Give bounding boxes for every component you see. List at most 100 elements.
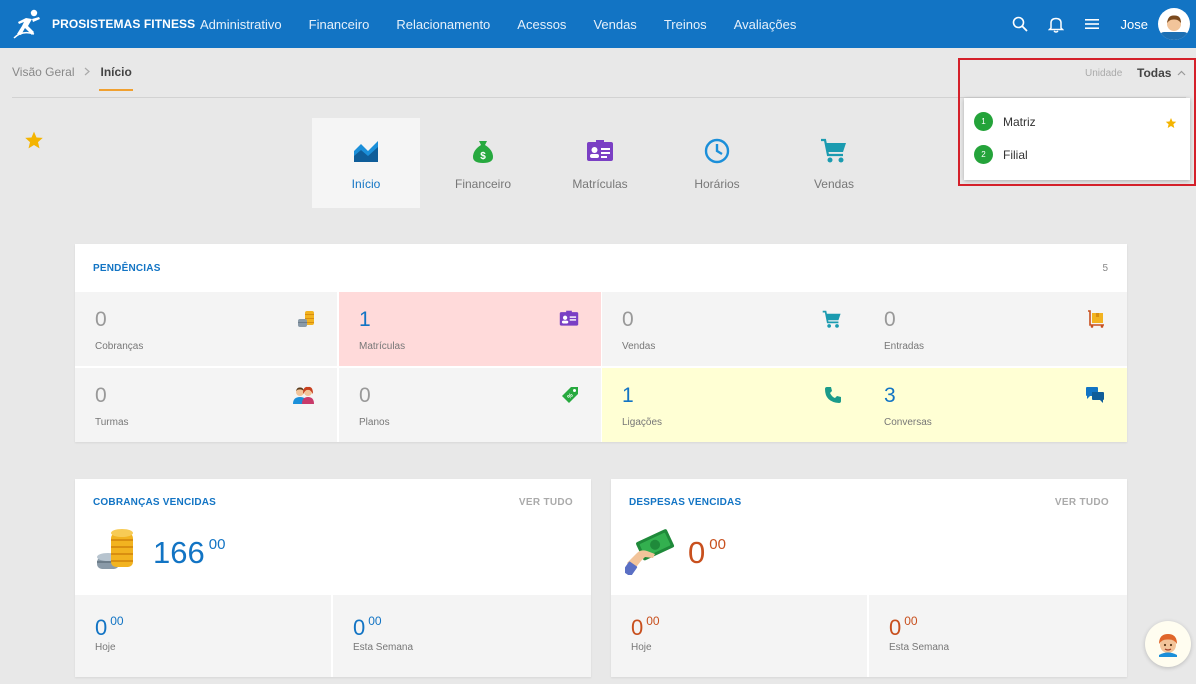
card-title: DESPESAS VENCIDAS — [629, 497, 742, 508]
tag-icon: % — [561, 386, 579, 409]
total-value-cents: 00 — [208, 536, 226, 553]
subtile-value: 0 00 — [353, 614, 382, 641]
tab-label: Início — [351, 177, 381, 191]
tab-financeiro[interactable]: $ Financeiro — [429, 118, 537, 208]
total-value: 166 00 — [153, 535, 225, 571]
card-title: PENDÊNCIAS — [93, 263, 161, 274]
breadcrumb: Visão Geral Início — [12, 65, 134, 91]
breadcrumb-current: Início — [99, 65, 134, 91]
despesas-vencidas-card: DESPESAS VENCIDAS VER TUDO 0 00 0 00 Hoje … — [611, 479, 1127, 677]
runner-logo-icon — [13, 9, 40, 39]
svg-text:$: $ — [480, 151, 486, 162]
tile-label: Conversas — [884, 417, 932, 428]
subtile-value: 0 00 — [631, 614, 660, 641]
tab-matriculas[interactable]: Matrículas — [546, 118, 654, 208]
tile-entradas[interactable]: 0 Entradas — [864, 292, 1127, 366]
nav-item-relacionamento[interactable]: Relacionamento — [396, 17, 490, 32]
tile-value: 1 — [359, 308, 371, 331]
breadcrumb-parent[interactable]: Visão Geral — [12, 65, 74, 79]
tab-horarios[interactable]: Horários — [663, 118, 771, 208]
nav-item-administrativo[interactable]: Administrativo — [200, 17, 282, 32]
subtile-amount: 0 — [631, 615, 644, 640]
subtile-cents: 00 — [904, 614, 918, 628]
area-chart-icon — [353, 138, 379, 164]
tile-turmas[interactable]: 0 Turmas — [75, 368, 337, 442]
assistant-button[interactable] — [1145, 621, 1191, 667]
tile-matriculas[interactable]: 1 Matrículas — [339, 292, 601, 366]
nav-item-acessos[interactable]: Acessos — [517, 17, 566, 32]
total-value: 0 00 — [688, 535, 726, 571]
top-right-actions: Jose — [1011, 0, 1190, 48]
tab-vendas[interactable]: Vendas — [780, 118, 888, 208]
favorite-star-icon[interactable] — [24, 130, 44, 155]
total-value-amount: 0 — [688, 535, 706, 570]
tab-label: Financeiro — [454, 177, 512, 191]
subtile-esta-semana[interactable]: 0 00 Esta Semana — [333, 595, 591, 677]
tile-value: 0 — [95, 384, 107, 407]
see-all-link[interactable]: VER TUDO — [1055, 497, 1109, 508]
nav-item-financeiro[interactable]: Financeiro — [309, 17, 370, 32]
subtile-hoje[interactable]: 0 00 Hoje — [611, 595, 867, 677]
brand-name: PROSISTEMAS FITNESS — [52, 17, 196, 31]
see-all-link[interactable]: VER TUDO — [519, 497, 573, 508]
subtile-esta-semana[interactable]: 0 00 Esta Semana — [869, 595, 1127, 677]
tile-ligacoes[interactable]: 1 Ligações — [602, 368, 864, 442]
bell-icon[interactable] — [1047, 15, 1065, 33]
subtile-hoje[interactable]: 0 00 Hoje — [75, 595, 331, 677]
box-cart-icon — [1087, 310, 1105, 333]
tile-value: 0 — [95, 308, 107, 331]
nav-item-avaliacoes[interactable]: Avaliações — [734, 17, 797, 32]
cart-icon — [820, 138, 848, 164]
id-card-icon — [586, 138, 614, 164]
highlight-box — [958, 58, 1196, 186]
assistant-avatar-icon — [1159, 634, 1177, 657]
tile-label: Cobranças — [95, 341, 144, 352]
user-name[interactable]: Jose — [1121, 17, 1148, 32]
pending-count-badge: 5 — [1102, 263, 1108, 274]
card-title: COBRANÇAS VENCIDAS — [93, 497, 217, 508]
tile-cobrancas[interactable]: 0 Cobranças — [75, 292, 337, 366]
tile-label: Entradas — [884, 341, 925, 352]
tile-planos[interactable]: 0 Planos % — [339, 368, 601, 442]
tile-label: Turmas — [95, 417, 129, 428]
pendencias-card: PENDÊNCIAS 5 0 Cobranças 1 Matrículas 0 … — [75, 244, 1127, 442]
subtile-label: Esta Semana — [889, 642, 950, 653]
subtile-cents: 00 — [646, 614, 660, 628]
tile-vendas[interactable]: 0 Vendas — [602, 292, 864, 366]
menu-icon[interactable] — [1083, 15, 1101, 33]
tile-label: Matrículas — [359, 341, 406, 352]
id-card-icon — [559, 310, 579, 332]
nav-item-vendas[interactable]: Vendas — [593, 17, 636, 32]
tile-value: 1 — [622, 384, 634, 407]
nav-item-treinos[interactable]: Treinos — [664, 17, 707, 32]
tile-value: 0 — [622, 308, 634, 331]
avatar[interactable] — [1158, 8, 1190, 40]
people-icon — [293, 386, 315, 409]
tab-inicio[interactable]: Início — [312, 118, 420, 208]
tile-value: 0 — [884, 308, 896, 331]
tab-label: Horários — [694, 177, 740, 191]
main-nav: Administrativo Financeiro Relacionamento… — [200, 0, 796, 48]
subtile-amount: 0 — [889, 615, 902, 640]
chevron-right-icon — [84, 65, 91, 79]
cobrancas-vencidas-card: COBRANÇAS VENCIDAS VER TUDO 166 00 0 00 Ho… — [75, 479, 591, 677]
subtile-cents: 00 — [110, 614, 124, 628]
money-bag-icon: $ — [471, 138, 495, 164]
search-icon[interactable] — [1011, 15, 1029, 33]
tile-value: 0 — [359, 384, 371, 407]
subtile-amount: 0 — [95, 615, 108, 640]
subtile-cents: 00 — [368, 614, 382, 628]
tile-conversas[interactable]: 3 Conversas — [864, 368, 1127, 442]
subtile-label: Hoje — [95, 642, 116, 653]
coins-icon — [297, 310, 315, 333]
subtile-label: Hoje — [631, 642, 652, 653]
brand[interactable]: PROSISTEMAS FITNESS — [12, 8, 195, 40]
tab-label: Matrículas — [572, 177, 628, 191]
coins-stack-icon — [95, 527, 137, 576]
chat-icon — [1085, 386, 1105, 409]
subtile-value: 0 00 — [889, 614, 918, 641]
total-value-amount: 166 — [153, 535, 205, 570]
top-navbar: PROSISTEMAS FITNESS Administrativo Finan… — [0, 0, 1196, 48]
clock-icon — [704, 138, 730, 164]
tab-label: Vendas — [813, 177, 855, 191]
